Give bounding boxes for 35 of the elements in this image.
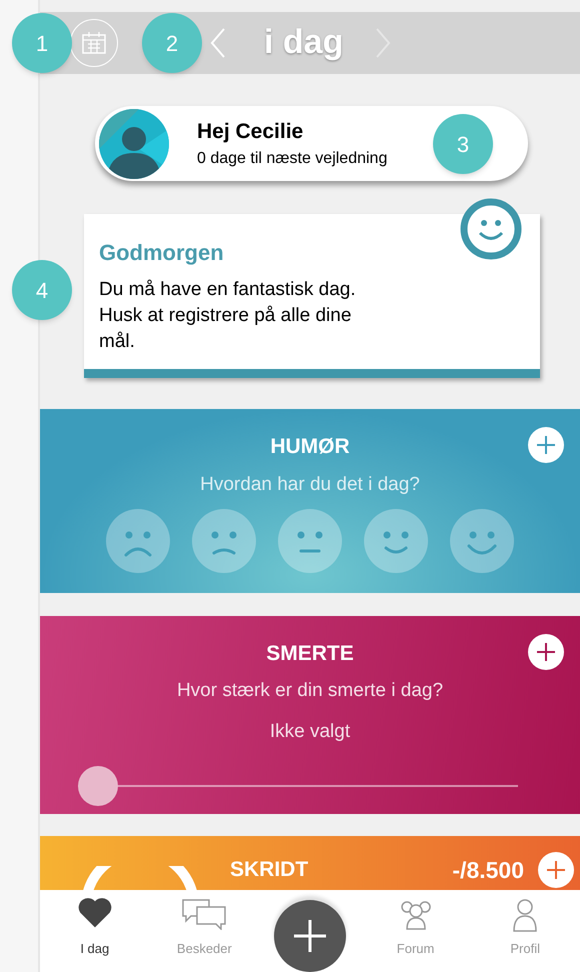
plus-icon xyxy=(545,858,567,881)
plus-icon xyxy=(535,640,557,663)
mood-title: HUMØR xyxy=(270,434,350,460)
chat-icon xyxy=(181,898,228,930)
add-entry-button[interactable] xyxy=(274,900,346,972)
greeting-name: Hej Cecilie xyxy=(197,118,304,145)
tab-bar-item[interactable]: Beskeder xyxy=(164,898,244,958)
face-icon[interactable] xyxy=(364,509,428,574)
person-icon xyxy=(512,898,538,932)
pain-value: Ikke valgt xyxy=(270,720,350,744)
add-button[interactable] xyxy=(528,427,564,464)
pain-slider[interactable] xyxy=(78,766,518,806)
mood-question: Hvordan har du det i dag? xyxy=(200,472,420,497)
face-icon[interactable] xyxy=(192,509,256,574)
message-text: Du må have en fantastisk dag. Husk at registrere på alle dine mål. xyxy=(99,278,357,354)
steps-title: SKRIDT xyxy=(230,857,308,884)
face-icon[interactable] xyxy=(106,509,170,574)
face-icon[interactable] xyxy=(278,509,342,574)
plus-icon xyxy=(292,918,328,954)
pain-question: Hvor stærk er din smerte i dag? xyxy=(176,679,444,704)
slider-thumb[interactable] xyxy=(78,766,118,806)
plus-icon xyxy=(535,434,557,456)
tab-bar-item[interactable]: Profil xyxy=(485,898,566,958)
calendar-icon xyxy=(81,30,107,55)
steps-value: -/8.500 xyxy=(452,856,524,885)
tab-bar-item[interactable]: Forum xyxy=(376,898,456,958)
pain-title: SMERTE xyxy=(266,640,354,667)
message-title: Godmorgen xyxy=(99,238,225,267)
face-icon[interactable] xyxy=(450,509,514,574)
add-button[interactable] xyxy=(538,852,574,888)
add-button[interactable] xyxy=(528,634,564,670)
heart-icon xyxy=(78,898,112,928)
guidance-countdown: 0 dage til næste vejledning xyxy=(197,149,388,170)
avatar-icon xyxy=(99,108,169,179)
tab-bar-item[interactable]: I dag xyxy=(54,898,135,958)
